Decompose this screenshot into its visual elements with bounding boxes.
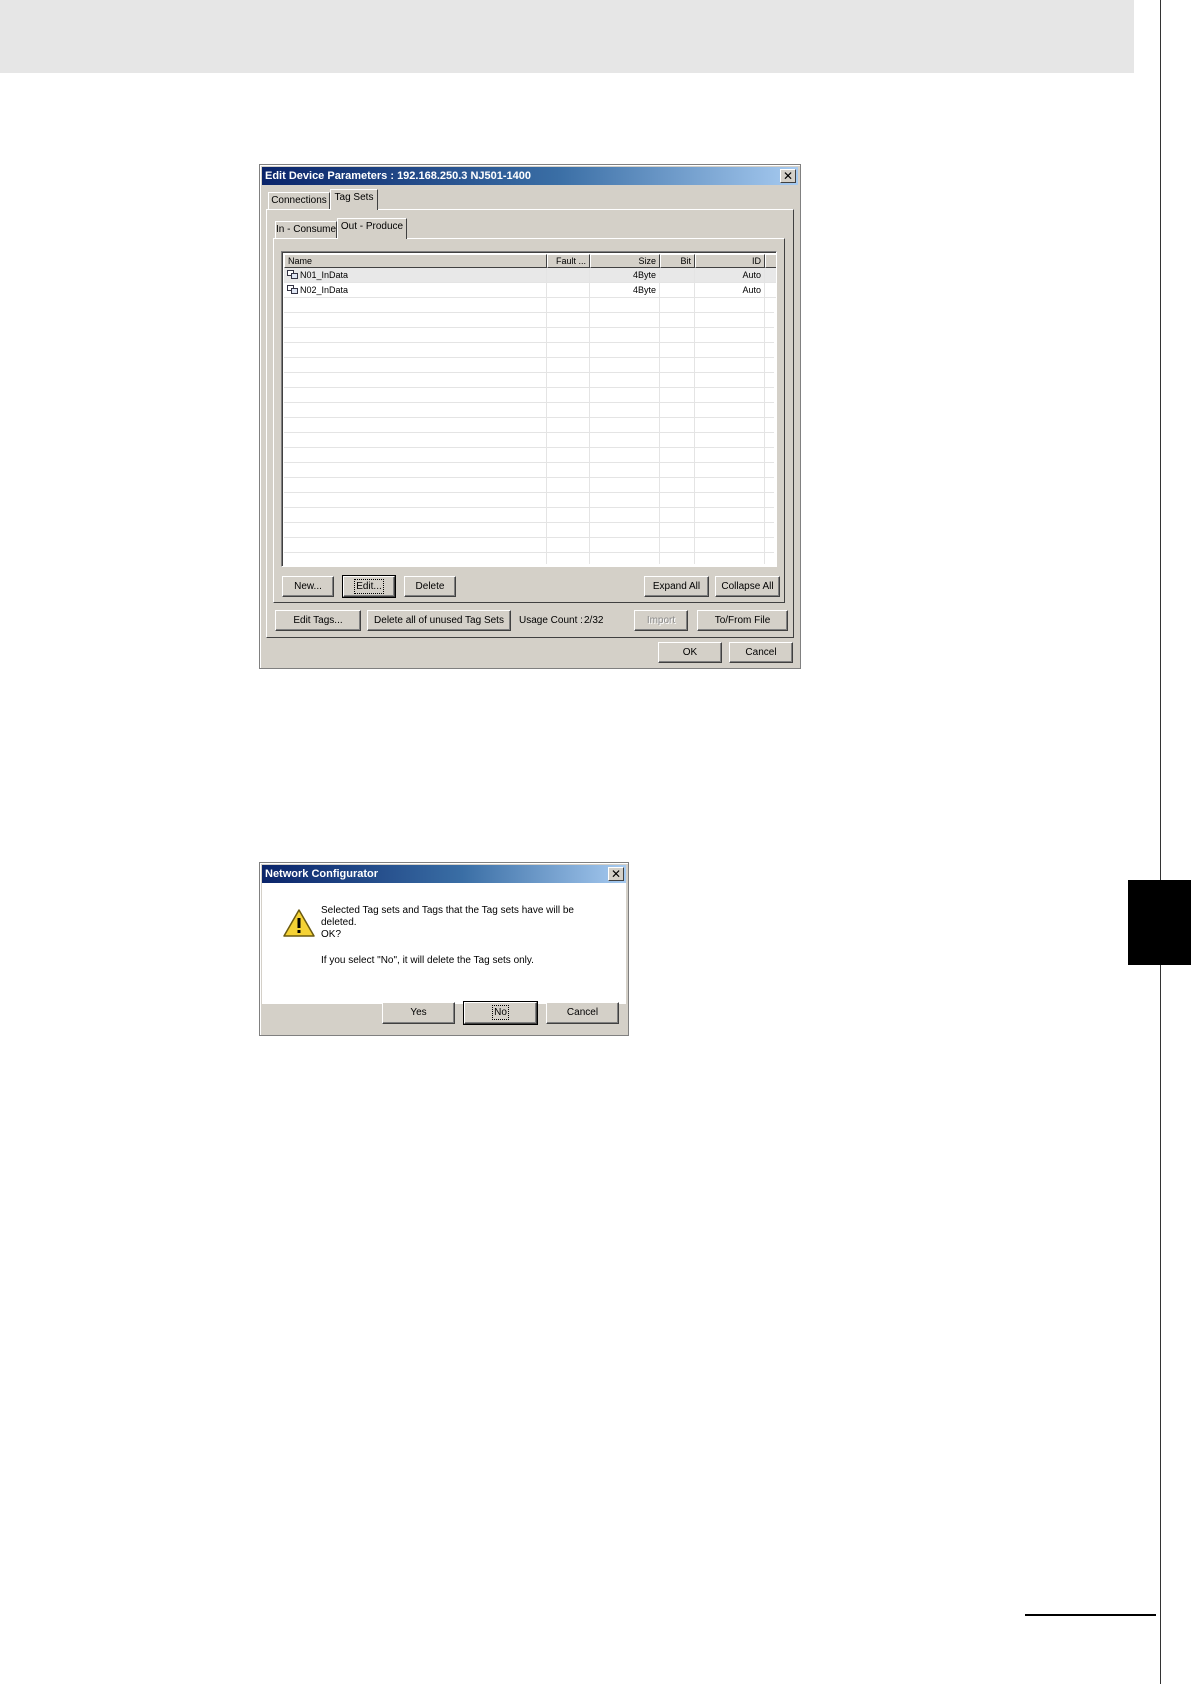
tag-set-list[interactable]: Name Fault ... Size Bit ID N01_InData 4B… [281, 251, 777, 567]
expand-all-button[interactable]: Expand All [644, 576, 709, 597]
message-text: OK? [321, 929, 342, 940]
chapter-side-tab [1128, 880, 1191, 965]
edit-device-parameters-dialog: Edit Device Parameters : 192.168.250.3 N… [259, 164, 801, 669]
row-name: N02_InData [300, 285, 349, 295]
network-configurator-dialog: Network Configurator ✕ Selected Tag sets… [259, 862, 629, 1036]
row-name: N01_InData [300, 270, 349, 280]
row-size: 4Byte [590, 283, 660, 297]
out-produce-panel: Name Fault ... Size Bit ID N01_InData 4B… [273, 238, 785, 603]
cancel-button[interactable]: Cancel [546, 1002, 619, 1024]
page-margin-line [1160, 0, 1161, 1684]
list-header: Name Fault ... Size Bit ID [284, 254, 776, 268]
dialog-title: Network Configurator [262, 865, 626, 883]
to-from-file-button[interactable]: To/From File [697, 610, 788, 631]
tab-connections[interactable]: Connections [268, 192, 330, 209]
row-fault [547, 268, 590, 282]
row-bit [660, 268, 695, 282]
message-text: If you select "No", it will delete the T… [321, 955, 534, 966]
new-button[interactable]: New... [282, 576, 334, 597]
usage-count-value: 2/32 [584, 615, 604, 626]
collapse-all-button[interactable]: Collapse All [715, 576, 780, 597]
tab-tag-sets[interactable]: Tag Sets [330, 189, 378, 210]
footer-rule [1025, 1614, 1156, 1616]
page-header-band [0, 0, 1134, 73]
row-id: Auto [695, 283, 765, 297]
yes-button[interactable]: Yes [382, 1002, 455, 1024]
tag-set-icon [287, 270, 298, 279]
cancel-button[interactable]: Cancel [729, 642, 793, 663]
usage-count-label: Usage Count : [519, 615, 583, 626]
column-header-size[interactable]: Size [590, 254, 660, 268]
warning-icon [283, 909, 315, 937]
tag-set-icon [287, 285, 298, 294]
column-header-id[interactable]: ID [695, 254, 765, 268]
row-fault [547, 283, 590, 297]
tab-in-consume[interactable]: In - Consume [275, 221, 337, 238]
delete-button[interactable]: Delete [404, 576, 456, 597]
column-header-fault[interactable]: Fault ... [547, 254, 590, 268]
message-text: Selected Tag sets and Tags that the Tag … [321, 905, 574, 916]
message-area: Selected Tag sets and Tags that the Tag … [262, 883, 626, 1004]
row-size: 4Byte [590, 268, 660, 282]
close-icon[interactable]: ✕ [608, 867, 624, 881]
ok-button[interactable]: OK [658, 642, 722, 663]
message-text: deleted. [321, 917, 357, 928]
list-empty-area [284, 298, 774, 564]
no-button[interactable]: No [463, 1001, 538, 1025]
tab-out-produce[interactable]: Out - Produce [337, 218, 407, 239]
table-row[interactable]: N01_InData 4Byte Auto [284, 268, 776, 283]
column-header-filler [765, 254, 776, 268]
delete-unused-tag-sets-button[interactable]: Delete all of unused Tag Sets [367, 610, 511, 631]
close-icon[interactable]: ✕ [780, 169, 796, 183]
column-header-bit[interactable]: Bit [660, 254, 695, 268]
edit-tags-button[interactable]: Edit Tags... [275, 610, 361, 631]
tag-sets-panel: In - Consume Out - Produce Name Fault ..… [266, 209, 794, 638]
column-header-name[interactable]: Name [284, 254, 547, 268]
import-button[interactable]: Import [634, 610, 688, 631]
dialog-title: Edit Device Parameters : 192.168.250.3 N… [262, 167, 798, 185]
edit-button[interactable]: Edit... [342, 575, 396, 598]
row-bit [660, 283, 695, 297]
row-id: Auto [695, 268, 765, 282]
table-row[interactable]: N02_InData 4Byte Auto [284, 283, 776, 298]
